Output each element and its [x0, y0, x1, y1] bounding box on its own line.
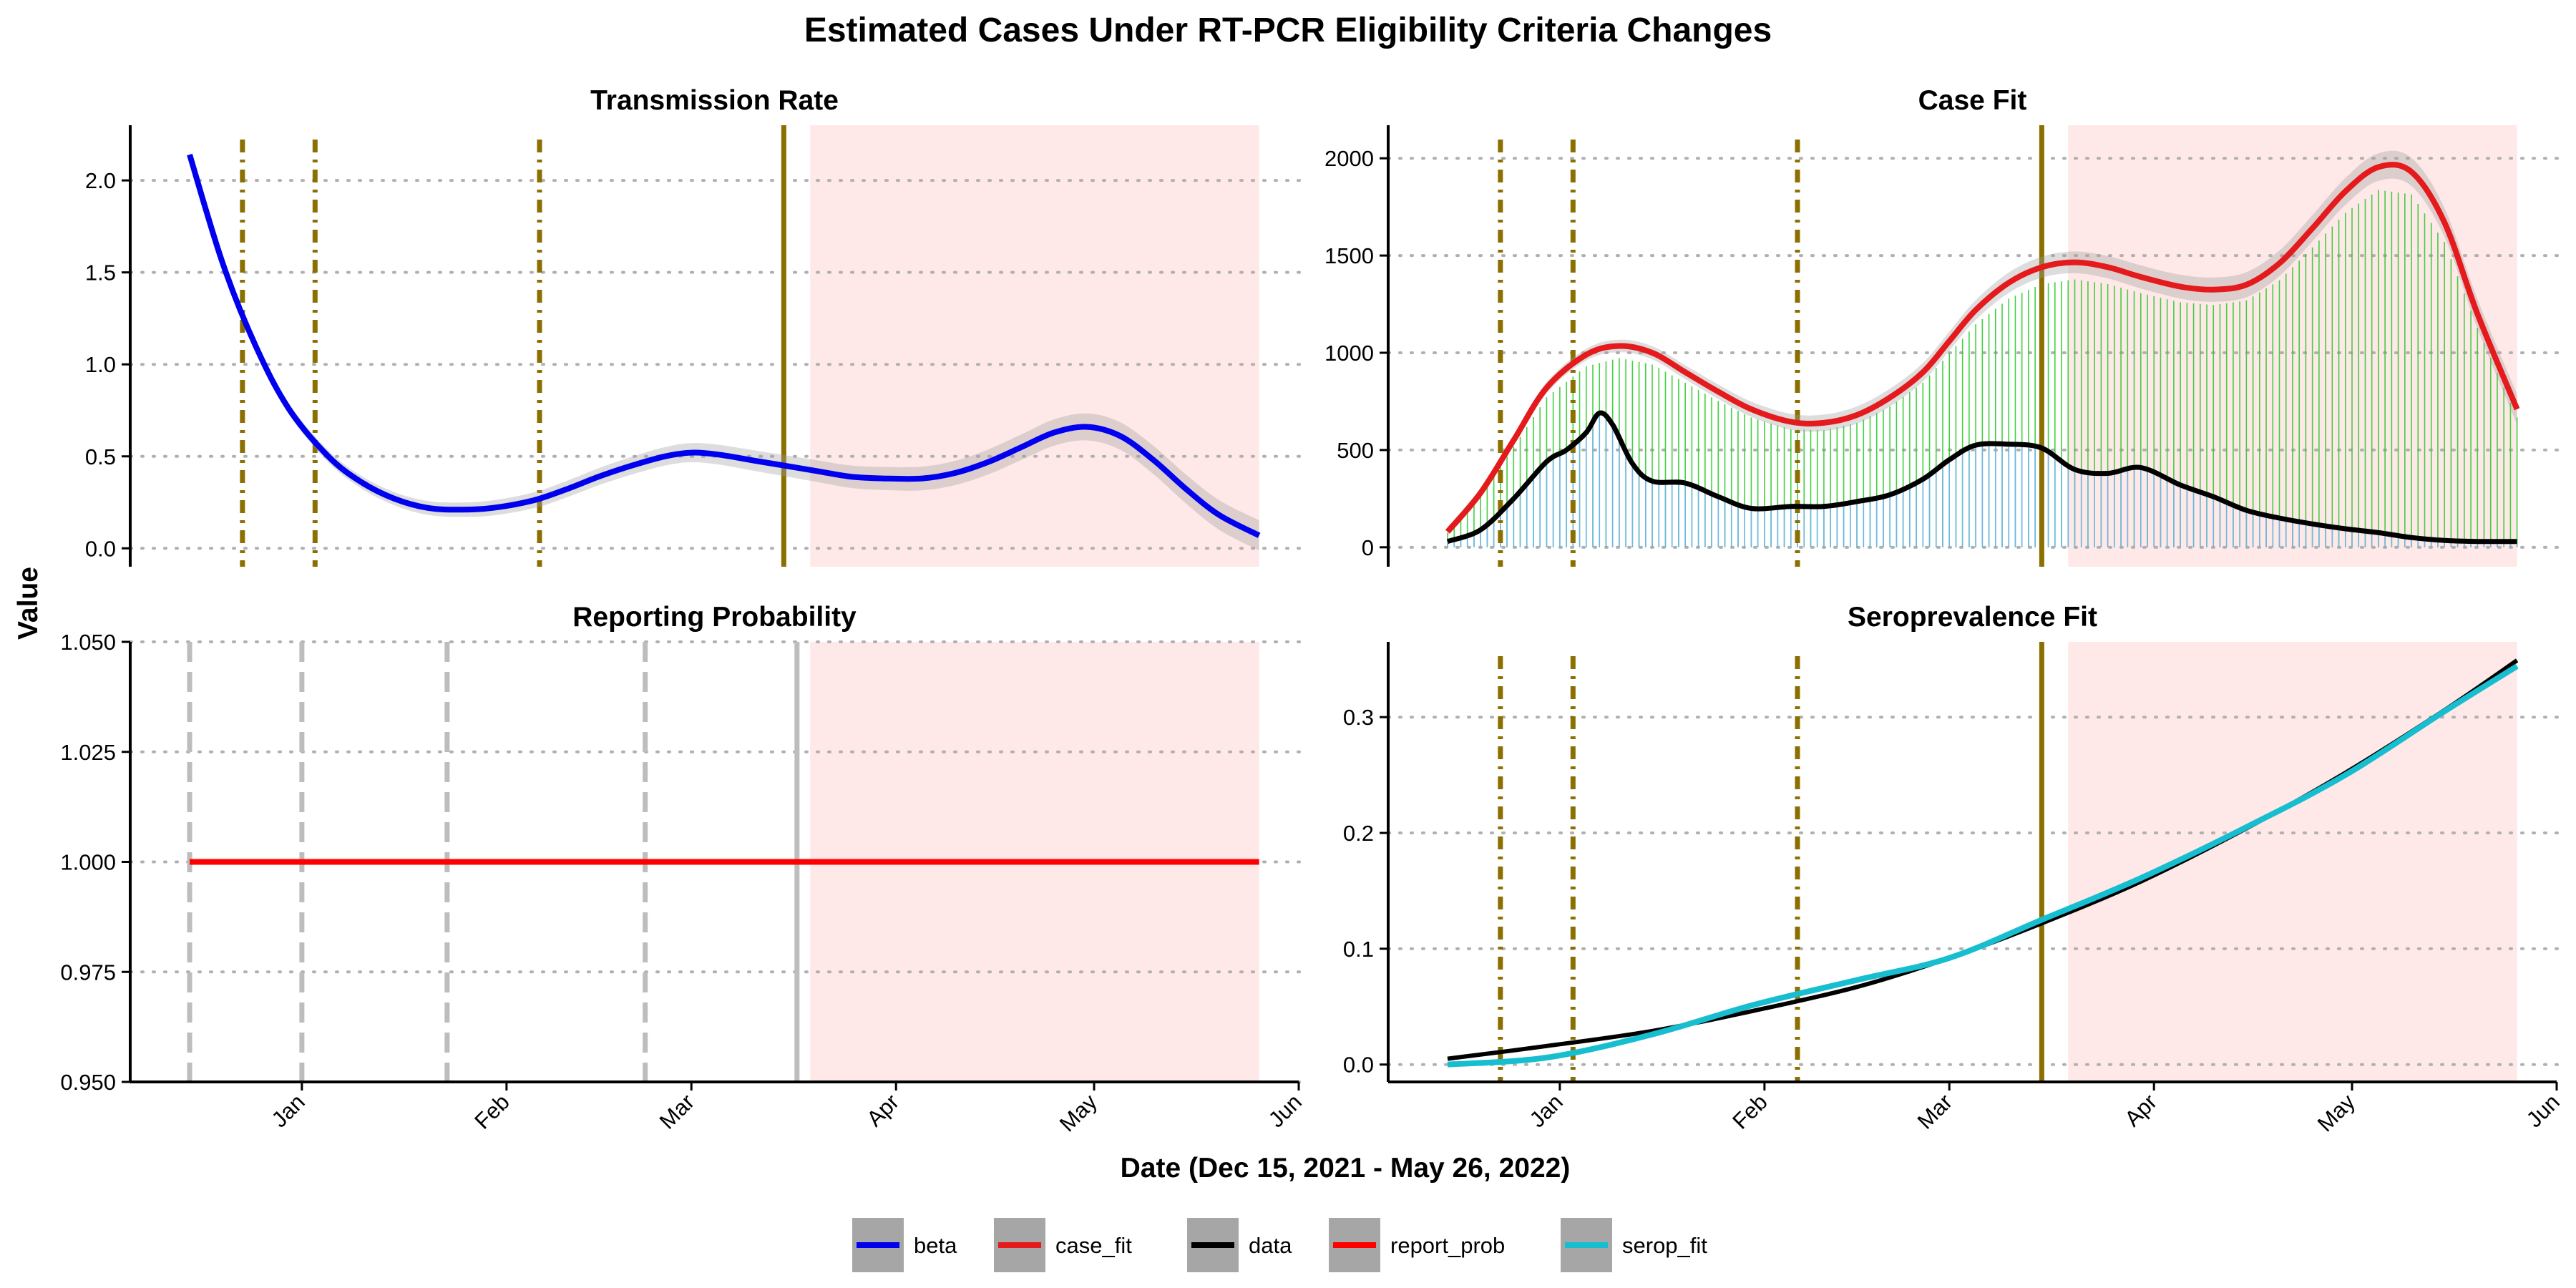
legend: beta case_fit data report_prob serop_fit [852, 1218, 1707, 1272]
legend-label: data [1249, 1233, 1292, 1258]
panel-title: Seroprevalence Fit [1848, 602, 2097, 633]
y-axis-title: Value [13, 567, 44, 640]
x-tick-label: Feb [1727, 1089, 1772, 1134]
chart-canvas: Estimated Cases Under RT-PCR Eligibility… [13, 11, 2569, 1272]
panel-title: Reporting Probability [572, 602, 857, 633]
x-axis-title: Date (Dec 15, 2021 - May 26, 2022) [1121, 1153, 1571, 1184]
x-tick-label: Jan [1525, 1089, 1568, 1132]
legend-label: beta [914, 1233, 957, 1258]
y-tick-label: 1.5 [85, 260, 116, 286]
legend-item: report_prob [1329, 1218, 1505, 1272]
legend-item: beta [852, 1218, 957, 1272]
y-tick-label: 1.050 [60, 630, 116, 655]
y-tick-label: 0.3 [1343, 705, 1374, 730]
x-tick-label: Apr [862, 1089, 904, 1131]
x-tick-label: Mar [1913, 1089, 1958, 1134]
panel-2: Case Fit 0 500 1000 1500 2000 [1324, 85, 2569, 567]
y-tick-label: 1.025 [60, 740, 116, 765]
y-tick-label: 0 [1362, 535, 1374, 560]
panel-title: Case Fit [1918, 85, 2027, 116]
x-tick-label: Feb [469, 1089, 514, 1134]
y-tick-label: 0.2 [1343, 821, 1374, 846]
y-tick-label: 1500 [1324, 243, 1374, 268]
y-tick-label: 0.950 [60, 1070, 116, 1095]
x-tick-label: Mar [655, 1089, 700, 1134]
y-tick-label: 2.0 [85, 168, 116, 193]
x-tick-label: May [1055, 1089, 1103, 1137]
y-tick-label: 500 [1337, 438, 1374, 463]
y-tick-label: 0.5 [85, 444, 116, 469]
y-tick-label: 1000 [1324, 341, 1374, 366]
panel-4: Seroprevalence Fit 0.0 0.1 0.2 0.3 Jan Feb Mar A… [1343, 602, 2569, 1137]
panel-title: Transmission Rate [590, 85, 839, 116]
y-tick-label: 0.0 [1343, 1053, 1374, 1078]
y-tick-label: 2000 [1324, 146, 1374, 171]
figure: Estimated Cases Under RT-PCR Eligibility… [0, 0, 2576, 1288]
y-tick-label: 1.000 [60, 850, 116, 875]
legend-item: serop_fit [1561, 1218, 1707, 1272]
legend-label: report_prob [1390, 1233, 1505, 1258]
x-tick-label: Jan [267, 1089, 310, 1132]
x-tick-label: Apr [2119, 1089, 2162, 1131]
y-tick-label: 0.975 [60, 960, 116, 985]
y-tick-label: 0.1 [1343, 937, 1374, 962]
x-tick-label: Jun [1264, 1089, 1307, 1132]
legend-item: data [1187, 1218, 1292, 1272]
legend-label: serop_fit [1622, 1233, 1707, 1258]
panel-1: Transmission Rate 0.0 0.5 1.0 1.5 2.0 [85, 85, 1311, 567]
y-tick-label: 1.0 [85, 352, 116, 377]
legend-label: case_fit [1055, 1233, 1132, 1258]
x-tick-label: May [2313, 1089, 2361, 1137]
panel-3: Reporting Probability 0.950 0.975 1.000 1.02… [60, 602, 1311, 1137]
panels: Transmission Rate 0.0 0.5 1.0 1.5 2.0 Case Fit… [60, 85, 2569, 1137]
x-tick-label: Jun [2522, 1089, 2565, 1132]
y-tick-label: 0.0 [85, 536, 116, 561]
legend-item: case_fit [994, 1218, 1132, 1272]
chart-title: Estimated Cases Under RT-PCR Eligibility… [804, 11, 1772, 49]
